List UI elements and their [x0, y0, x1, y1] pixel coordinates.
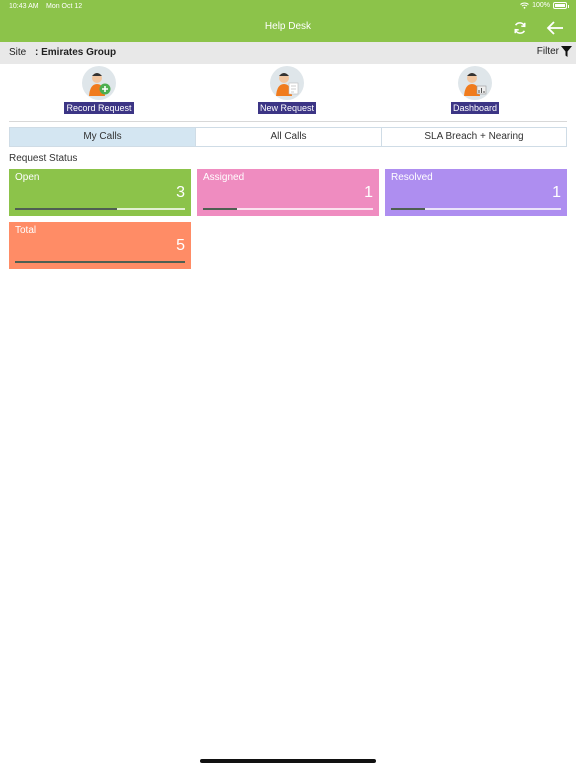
resolved-card[interactable]: Resolved 1: [385, 169, 567, 216]
wifi-icon: [520, 2, 529, 9]
person-doc-icon: [270, 66, 304, 100]
dashboard-label: Dashboard: [450, 102, 500, 114]
back-arrow-icon: [546, 21, 563, 35]
status-right: 100%: [520, 2, 569, 9]
site-bar: Site : Emirates Group Filter: [0, 42, 576, 64]
calls-tabs: My Calls All Calls SLA Breach + Nearing: [9, 127, 567, 147]
filter-label: Filter: [536, 46, 559, 57]
assigned-card[interactable]: Assigned 1: [197, 169, 379, 216]
assigned-progress-track: [203, 208, 373, 210]
assigned-card-label: Assigned: [203, 172, 245, 183]
site-value: : Emirates Group: [35, 47, 117, 58]
open-progress-fill: [15, 208, 117, 210]
open-card-label: Open: [15, 172, 40, 183]
tab-my-calls[interactable]: My Calls: [10, 128, 195, 146]
refresh-icon: [514, 22, 526, 34]
resolved-progress-fill: [391, 208, 425, 210]
tab-sla-breach-nearing[interactable]: SLA Breach + Nearing: [381, 128, 566, 146]
assigned-progress-fill: [203, 208, 237, 210]
new-request-label: New Request: [257, 102, 317, 114]
total-card[interactable]: Total 5: [9, 222, 191, 269]
battery-icon: [553, 2, 569, 9]
request-status-title: Request Status: [9, 153, 78, 164]
total-progress-track: [15, 261, 185, 263]
site-label: Site: [9, 47, 27, 58]
total-progress-fill: [15, 261, 185, 263]
resolved-card-count: 1: [552, 184, 561, 201]
status-bar: 10:43 AM Mon Oct 12 100%: [0, 0, 576, 13]
dashboard-button[interactable]: Dashboard: [425, 66, 525, 114]
back-button[interactable]: [545, 18, 565, 38]
assigned-card-count: 1: [364, 184, 373, 201]
filter-button[interactable]: Filter: [537, 46, 572, 57]
tab-all-calls[interactable]: All Calls: [195, 128, 381, 146]
nav-bar: Help Desk: [0, 13, 576, 42]
open-card-count: 3: [176, 184, 185, 201]
divider: [9, 121, 567, 122]
funnel-icon: [561, 46, 572, 57]
record-request-label: Record Request: [64, 102, 134, 114]
person-chart-icon: [458, 66, 492, 100]
open-progress-track: [15, 208, 185, 210]
refresh-button[interactable]: [510, 18, 530, 38]
quick-actions: Record Request New Request Dashboard: [0, 66, 576, 118]
home-indicator: [200, 759, 376, 763]
battery-percent: 100%: [532, 2, 550, 9]
open-card[interactable]: Open 3: [9, 169, 191, 216]
total-card-count: 5: [176, 237, 185, 254]
person-plus-icon: [82, 66, 116, 100]
page-title: Help Desk: [264, 21, 312, 32]
status-date: Mon Oct 12: [46, 3, 83, 10]
resolved-progress-track: [391, 208, 561, 210]
total-card-label: Total: [15, 225, 37, 236]
record-request-button[interactable]: Record Request: [49, 66, 149, 114]
status-time: 10:43 AM: [9, 3, 39, 10]
resolved-card-label: Resolved: [391, 172, 433, 183]
new-request-button[interactable]: New Request: [237, 66, 337, 114]
